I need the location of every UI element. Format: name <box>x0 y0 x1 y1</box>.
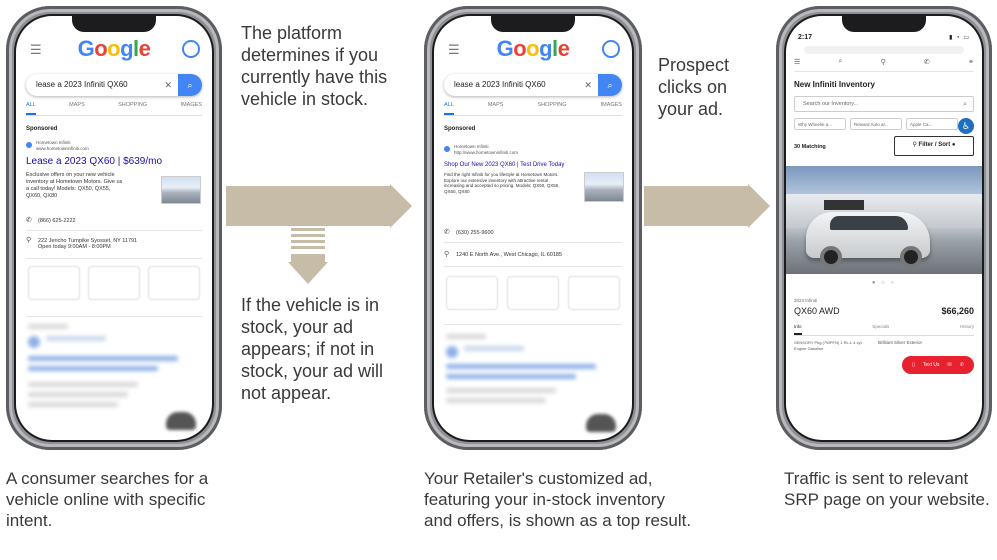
phone-notch <box>491 16 575 32</box>
text-us-label[interactable]: Text Us <box>923 356 940 374</box>
accessibility-icon[interactable]: ♿ <box>958 118 974 134</box>
tab-info[interactable]: Info <box>794 324 802 335</box>
phone-search: ☰ Google lease a 2023 Infiniti QX60 ✕ ⌕ … <box>6 6 222 450</box>
status-icons: ▮ ◔ ▭ <box>949 35 970 41</box>
url-bar[interactable] <box>804 46 964 54</box>
contact-cta[interactable]: ▯ Text Us ✉ ✆ <box>902 356 974 374</box>
mobile-icon: ▯ <box>912 362 915 368</box>
matching-count: 30 Matching <box>794 144 826 150</box>
inventory-title: New Infiniti Inventory <box>794 80 875 89</box>
filter-chip[interactable]: Apple Ca... <box>906 118 958 130</box>
tab-history[interactable]: History <box>960 324 974 335</box>
carousel-dots[interactable]: ● ○ ○ <box>786 280 982 286</box>
prospect-text: Prospect clicks on your ad. <box>658 55 730 119</box>
vehicle-model[interactable]: QX60 AWD <box>794 306 840 316</box>
filter-chip[interactable]: Why Wheelie a... <box>794 118 846 130</box>
filter-sort-button[interactable]: ⚲ Filter / Sort ● <box>894 136 974 156</box>
caption-step-3: Traffic is sent to relevant SRP page on … <box>784 469 990 509</box>
blurred-result <box>434 16 632 440</box>
vehicle-tabs: Info Specials History <box>794 324 974 336</box>
phone-notch <box>842 16 926 32</box>
vehicle-color: Brilliant Silver Exterior <box>878 340 923 345</box>
inventory-search-input[interactable]: Search our Inventory... ⌕ <box>794 96 974 112</box>
tab-specials[interactable]: Specials <box>872 324 889 335</box>
filter-chip[interactable]: Reward Auto ar... <box>850 118 902 130</box>
location-icon[interactable]: ⚲ <box>881 58 886 71</box>
chat-icon[interactable]: ✉ <box>948 356 952 374</box>
search-screen: ☰ Google lease a 2023 Infiniti QX60 ✕ ⌕ … <box>16 16 212 440</box>
vehicle-photo[interactable] <box>786 166 982 274</box>
phone-srp: 2:17 ▮ ◔ ▭ ☰ ⌕ ⚲ ✆ ⚭ New Infiniti Invento… <box>776 6 992 450</box>
down-arrow <box>288 228 328 286</box>
menu-icon[interactable]: ☰ <box>794 58 800 71</box>
call-icon[interactable]: ✆ <box>960 356 964 374</box>
search-icon[interactable]: ⌕ <box>839 58 843 71</box>
blurred-car-thumb <box>586 414 616 432</box>
srp-screen: 2:17 ▮ ◔ ▭ ☰ ⌕ ⚲ ✆ ⚭ New Infiniti Invento… <box>786 16 982 440</box>
search-icon[interactable]: ⌕ <box>963 97 967 112</box>
ad-result-screen: ☰ Google lease a 2023 Infiniti QX60 ✕ ⌕ … <box>434 16 632 440</box>
link-icon[interactable]: ⚭ <box>968 58 974 71</box>
phone-icon[interactable]: ✆ <box>924 58 930 71</box>
platform-text: The platform determines if you currently… <box>241 23 388 109</box>
blurred-result <box>16 16 212 440</box>
vehicle-year-make: 2023 Infiniti <box>794 298 818 303</box>
caption-step-2: Your Retailer's customized ad, featuring… <box>424 469 692 530</box>
filter-chips: Why Wheelie a... Reward Auto ar... Apple… <box>794 118 982 130</box>
status-bar: 2:17 ▮ ◔ ▭ <box>798 34 970 44</box>
flow-arrow-2 <box>644 184 770 228</box>
vehicle-specs: SENSORY Pkg (7WPFN) 1 RL-L 4 cyl Engine … <box>794 340 862 351</box>
phone-ad-result: ☰ Google lease a 2023 Infiniti QX60 ✕ ⌕ … <box>424 6 642 450</box>
status-time: 2:17 <box>798 34 813 41</box>
vehicle-price: $66,260 <box>941 306 974 316</box>
caption-step-1: A consumer searches for a vehicle online… <box>6 469 209 530</box>
flow-arrow-1 <box>226 184 412 228</box>
blurred-car-thumb <box>166 412 196 430</box>
phone-notch <box>72 16 156 32</box>
site-nav: ☰ ⌕ ⚲ ✆ ⚭ <box>794 58 974 72</box>
in-stock-text: If the vehicle is in stock, your ad appe… <box>241 295 384 403</box>
